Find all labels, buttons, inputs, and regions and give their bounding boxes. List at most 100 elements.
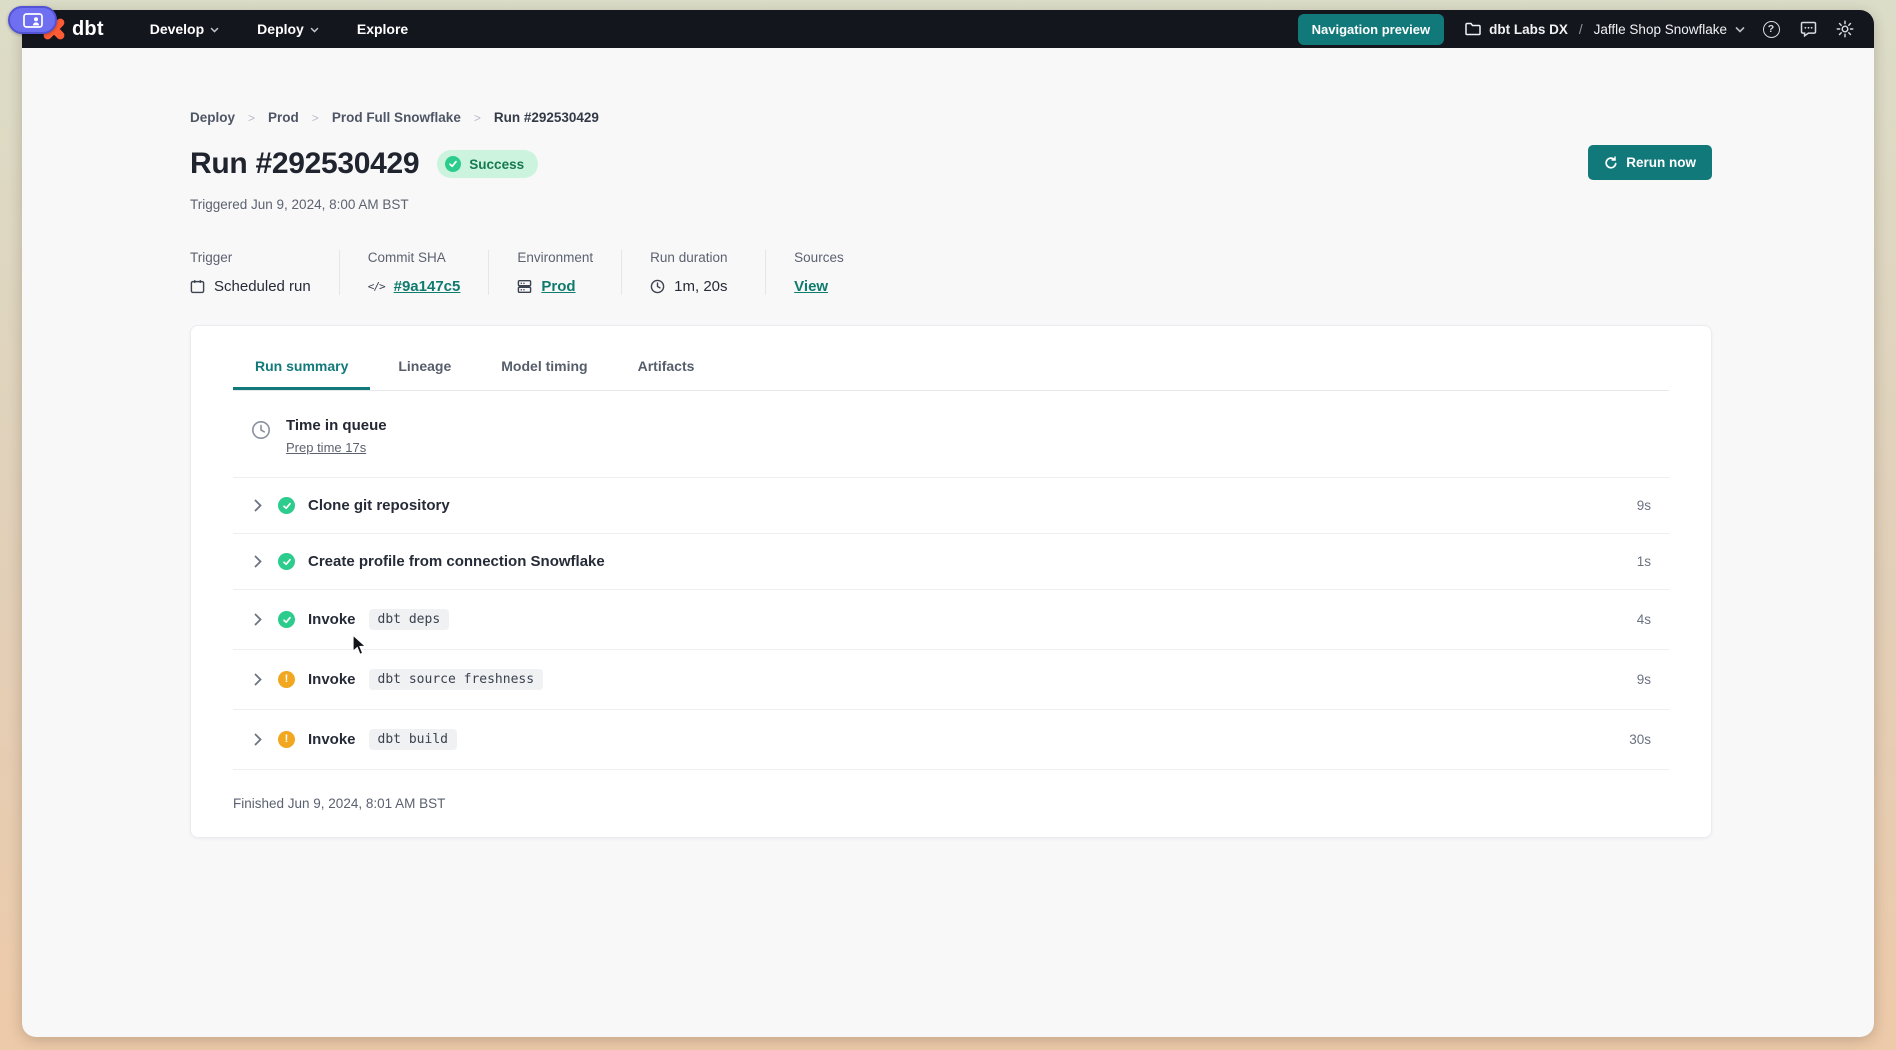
step-duration: 4s [1637,612,1651,627]
breadcrumb-separator: > [312,111,319,125]
step-label: Invoke [308,611,356,628]
step-row-clone-git-repository[interactable]: Clone git repository 9s [233,478,1669,534]
warning-icon: ! [278,671,295,688]
navigation-preview-button[interactable]: Navigation preview [1298,14,1444,45]
step-duration: 1s [1637,554,1651,569]
folder-icon [1465,22,1481,36]
prep-time-link[interactable]: Prep time 17s [286,440,366,455]
code-icon: </> [368,280,385,293]
chevron-right-icon[interactable] [251,499,265,512]
settings-gear-icon[interactable] [1834,18,1856,40]
nav-menu-deploy[interactable]: Deploy [257,21,319,37]
step-label: Create profile from connection Snowflake [308,553,605,570]
browser-viewport: dbt Develop Deploy Explore Navigation prev… [22,10,1874,1037]
calendar-icon [190,279,205,294]
meta-label: Commit SHA [368,250,461,265]
meta-value-run-duration: 1m, 20s [674,278,727,295]
account-separator: / [1579,22,1583,37]
primary-nav: Develop Deploy Explore [150,21,409,37]
step-command-chip: dbt deps [369,609,450,630]
step-duration: 9s [1637,672,1651,687]
nav-menu-label: Develop [150,21,204,37]
step-label: Clone git repository [308,497,450,514]
chevron-right-icon[interactable] [251,673,265,686]
top-navbar: dbt Develop Deploy Explore Navigation prev… [22,10,1874,48]
account-switcher[interactable]: dbt Labs DX / Jaffle Shop Snowflake [1465,22,1745,37]
breadcrumb-item-deploy[interactable]: Deploy [190,110,235,125]
account-project: Jaffle Shop Snowflake [1594,22,1727,37]
chevron-down-icon [1735,26,1745,33]
rerun-now-button[interactable]: Rerun now [1588,145,1712,180]
meta-column-trigger: Trigger Scheduled run [190,250,340,295]
breadcrumb-separator: > [474,111,481,125]
triggered-timestamp: Triggered Jun 9, 2024, 8:00 AM BST [190,197,1712,212]
success-check-icon [445,156,461,172]
meta-value-commit-sha[interactable]: #9a147c5 [394,278,461,295]
title-row: Run #292530429 Success Rerun now [190,147,1712,181]
help-icon[interactable]: ? [1760,18,1782,40]
finished-timestamp: Finished Jun 9, 2024, 8:01 AM BST [233,796,1669,811]
nav-menu-develop[interactable]: Develop [150,21,219,37]
tab-lineage[interactable]: Lineage [376,344,473,390]
meta-column-run-duration: Run duration 1m, 20s [650,250,766,295]
nav-menu-label: Explore [357,21,408,37]
chevron-down-icon [210,25,219,33]
step-row-invoke-dbt-deps[interactable]: Invoke dbt deps 4s [233,590,1669,650]
breadcrumb-separator: > [248,111,255,125]
screen-share-icon [23,13,43,28]
feedback-icon[interactable] [1797,18,1819,40]
nav-menu-explore[interactable]: Explore [357,21,408,37]
nav-menu-label: Deploy [257,21,304,37]
step-row-invoke-dbt-build[interactable]: ! Invoke dbt build 30s [233,710,1669,770]
page-title: Run #292530429 [190,147,419,181]
breadcrumb-item-run-292530429[interactable]: Run #292530429 [494,110,599,125]
tab-artifacts[interactable]: Artifacts [616,344,717,390]
database-icon [517,279,532,294]
run-metadata: Trigger Scheduled run Commit SHA </> #9a147c… [190,250,1712,295]
account-org: dbt Labs DX [1489,22,1568,37]
step-label: Invoke [308,671,356,688]
chevron-down-icon [310,25,319,33]
queue-title: Time in queue [286,417,387,434]
meta-value-environment[interactable]: Prod [541,278,575,295]
chevron-right-icon[interactable] [251,555,265,568]
breadcrumb-item-prod-full-snowflake[interactable]: Prod Full Snowflake [332,110,461,125]
rerun-icon [1604,156,1618,170]
tab-bar: Run summaryLineageModel timingArtifacts [233,326,1669,391]
step-command-chip: dbt build [369,729,457,750]
meta-column-sources: SourcesView [794,250,872,295]
chevron-right-icon[interactable] [251,733,265,746]
tab-run-summary[interactable]: Run summary [233,344,370,390]
success-check-icon [278,497,295,514]
warning-icon: ! [278,731,295,748]
step-row-invoke-dbt-source-freshness[interactable]: ! Invoke dbt source freshness 9s [233,650,1669,710]
dbt-logo-text: dbt [72,18,104,41]
meta-column-commit-sha: Commit SHA </> #9a147c5 [368,250,490,295]
success-check-icon [278,611,295,628]
meta-value-sources[interactable]: View [794,278,828,295]
run-detail-page: Deploy > Prod > Prod Full Snowflake > Run #292… [22,48,1874,1037]
breadcrumb: Deploy > Prod > Prod Full Snowflake > Run #292… [190,110,1712,125]
step-command-chip: dbt source freshness [369,669,544,690]
queue-clock-icon [251,420,271,440]
meta-column-environment: Environment Prod [517,250,622,295]
breadcrumb-item-prod[interactable]: Prod [268,110,299,125]
chevron-right-icon[interactable] [251,613,265,626]
rerun-now-label: Rerun now [1626,155,1696,170]
step-duration: 9s [1637,498,1651,513]
meta-label: Trigger [190,250,311,265]
meta-label: Run duration [650,250,737,265]
meta-label: Environment [517,250,593,265]
step-row-create-profile-from-connection-snowflake[interactable]: Create profile from connection Snowflake… [233,534,1669,590]
step-label: Invoke [308,731,356,748]
clock-icon [650,279,665,294]
time-in-queue-row: Time in queue Prep time 17s [233,391,1669,478]
success-check-icon [278,553,295,570]
tab-model-timing[interactable]: Model timing [479,344,609,390]
status-badge-label: Success [469,157,524,172]
screen-share-indicator[interactable] [8,6,57,34]
step-list: Clone git repository 9s Create profile fro… [233,478,1669,770]
status-badge: Success [437,150,538,178]
meta-value-trigger: Scheduled run [214,278,311,295]
step-duration: 30s [1629,732,1651,747]
